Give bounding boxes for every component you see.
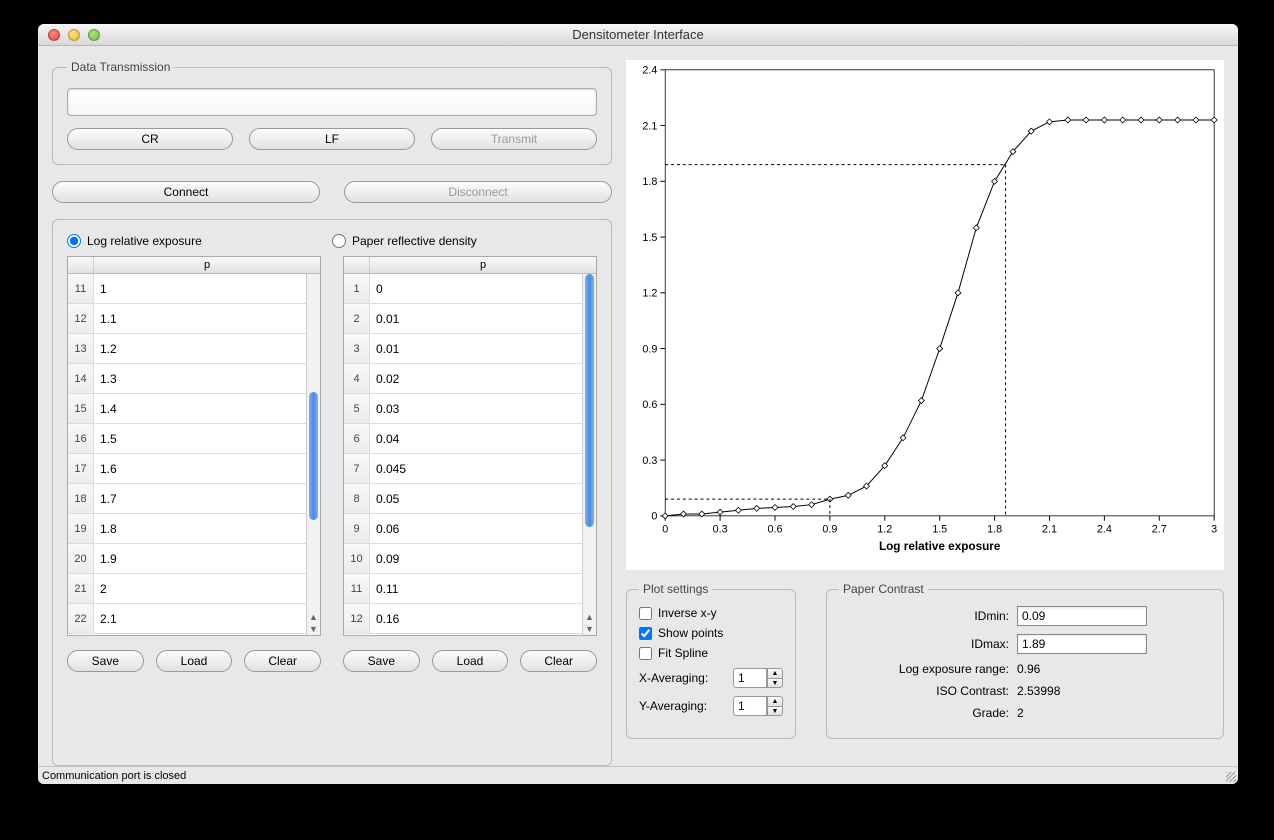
radio-log-exposure[interactable]: Log relative exposure	[67, 234, 332, 248]
svg-text:1.2: 1.2	[642, 288, 657, 300]
density-clear-button[interactable]: Clear	[520, 650, 597, 672]
scroll-up-icon[interactable]: ▲	[584, 611, 596, 623]
scrollbar-thumb[interactable]	[585, 274, 594, 527]
exposure-load-button[interactable]: Load	[156, 650, 233, 672]
table-row[interactable]: 151.4	[68, 394, 306, 424]
transmit-button[interactable]: Transmit	[431, 128, 597, 150]
window-title: Densitometer Interface	[38, 27, 1238, 42]
table-row[interactable]: 121.1	[68, 304, 306, 334]
inverse-xy-checkbox[interactable]	[639, 607, 652, 620]
stepper-up-icon[interactable]: ▲	[767, 668, 783, 678]
stepper-down-icon[interactable]: ▼	[767, 678, 783, 688]
table-row[interactable]: 10	[344, 274, 582, 304]
table-row[interactable]: 30.01	[344, 334, 582, 364]
svg-text:1.5: 1.5	[642, 232, 657, 244]
table-row[interactable]: 120.16	[344, 604, 582, 634]
table-row[interactable]: 111	[68, 274, 306, 304]
cr-button[interactable]: CR	[67, 128, 233, 150]
y-averaging-stepper[interactable]: ▲▼	[733, 696, 783, 716]
paper-contrast-group: Paper Contrast IDmin: IDmax: Log exposur…	[826, 582, 1224, 739]
stepper-down-icon[interactable]: ▼	[767, 706, 783, 716]
table-row[interactable]: 60.04	[344, 424, 582, 454]
table-row[interactable]: 201.9	[68, 544, 306, 574]
exposure-table[interactable]: p 111121.1131.2141.3151.4161.5171.6181.7…	[67, 256, 321, 636]
titlebar: Densitometer Interface	[38, 24, 1238, 46]
svg-text:Log relative exposure: Log relative exposure	[879, 540, 1001, 553]
idmax-field[interactable]	[1017, 634, 1147, 654]
table-row[interactable]: 90.06	[344, 514, 582, 544]
log-exposure-range-value: 0.96	[1017, 662, 1040, 676]
stepper-up-icon[interactable]: ▲	[767, 696, 783, 706]
table-row[interactable]: 131.2	[68, 334, 306, 364]
svg-text:2.1: 2.1	[1042, 523, 1057, 535]
exposure-scrollbar[interactable]: ▲ ▼	[306, 274, 320, 635]
svg-text:0.3: 0.3	[713, 523, 728, 535]
svg-text:1.2: 1.2	[877, 523, 892, 535]
scrollbar-thumb[interactable]	[309, 392, 318, 520]
density-col-header: p	[370, 257, 596, 273]
svg-text:2.1: 2.1	[642, 120, 657, 132]
plot-settings-group: Plot settings Inverse x-y Show points Fi…	[626, 582, 796, 739]
svg-text:0.6: 0.6	[768, 523, 783, 535]
svg-text:2.7: 2.7	[1152, 523, 1167, 535]
connect-button[interactable]: Connect	[52, 181, 320, 203]
resize-grip-icon[interactable]	[1224, 770, 1238, 784]
table-row[interactable]: 20.01	[344, 304, 582, 334]
disconnect-button[interactable]: Disconnect	[344, 181, 612, 203]
table-row[interactable]: 161.5	[68, 424, 306, 454]
radio-paper-density-input[interactable]	[332, 234, 346, 248]
exposure-save-button[interactable]: Save	[67, 650, 144, 672]
scroll-down-icon[interactable]: ▼	[308, 623, 320, 635]
scroll-down-icon[interactable]: ▼	[584, 623, 596, 635]
exposure-col-header: p	[94, 257, 320, 273]
density-chart: 0 0.3 0.6 0.9 1.2 1.5 1.8 2.1 2.4 2.7 3 0 0.3 0.6 0.9 1…	[626, 60, 1224, 570]
density-scrollbar[interactable]: ▲ ▼	[582, 274, 596, 635]
exposure-clear-button[interactable]: Clear	[244, 650, 321, 672]
table-row[interactable]: 50.03	[344, 394, 582, 424]
svg-text:1.5: 1.5	[932, 523, 947, 535]
table-row[interactable]: 212	[68, 574, 306, 604]
svg-text:0.9: 0.9	[642, 343, 657, 355]
svg-text:2.4: 2.4	[642, 65, 657, 77]
table-row[interactable]: 181.7	[68, 484, 306, 514]
grade-value: 2	[1017, 706, 1024, 720]
transmission-input[interactable]	[67, 88, 597, 116]
svg-text:1.8: 1.8	[642, 176, 657, 188]
statusbar: Communication port is closed	[38, 766, 1238, 784]
table-row[interactable]: 141.3	[68, 364, 306, 394]
table-row[interactable]: 222.1	[68, 604, 306, 634]
data-transmission-group: Data Transmission CR LF Transmit	[52, 60, 612, 165]
idmin-field[interactable]	[1017, 606, 1147, 626]
table-row[interactable]: 80.05	[344, 484, 582, 514]
svg-text:2.4: 2.4	[1097, 523, 1112, 535]
table-row[interactable]: 191.8	[68, 514, 306, 544]
table-row[interactable]: 110.11	[344, 574, 582, 604]
svg-text:0.9: 0.9	[822, 523, 837, 535]
table-row[interactable]: 171.6	[68, 454, 306, 484]
density-load-button[interactable]: Load	[432, 650, 509, 672]
svg-text:0.6: 0.6	[642, 399, 657, 411]
app-window: Densitometer Interface Data Transmission…	[38, 24, 1238, 784]
data-tables-group: Log relative exposure Paper reflective d…	[52, 219, 612, 766]
svg-text:0: 0	[651, 511, 657, 523]
svg-text:0: 0	[662, 523, 668, 535]
density-table[interactable]: p 1020.0130.0140.0250.0360.0470.04580.05…	[343, 256, 597, 636]
table-row[interactable]: 70.045	[344, 454, 582, 484]
fit-spline-checkbox[interactable]	[639, 647, 652, 660]
iso-contrast-value: 2.53998	[1017, 684, 1060, 698]
radio-log-exposure-input[interactable]	[67, 234, 81, 248]
scroll-up-icon[interactable]: ▲	[308, 611, 320, 623]
lf-button[interactable]: LF	[249, 128, 415, 150]
table-row[interactable]: 40.02	[344, 364, 582, 394]
svg-text:0.3: 0.3	[642, 455, 657, 467]
show-points-checkbox[interactable]	[639, 627, 652, 640]
radio-paper-density[interactable]: Paper reflective density	[332, 234, 597, 248]
svg-text:1.8: 1.8	[987, 523, 1002, 535]
table-row[interactable]: 100.09	[344, 544, 582, 574]
svg-text:3: 3	[1211, 523, 1217, 535]
x-averaging-stepper[interactable]: ▲▼	[733, 668, 783, 688]
data-transmission-legend: Data Transmission	[67, 60, 174, 74]
density-save-button[interactable]: Save	[343, 650, 420, 672]
